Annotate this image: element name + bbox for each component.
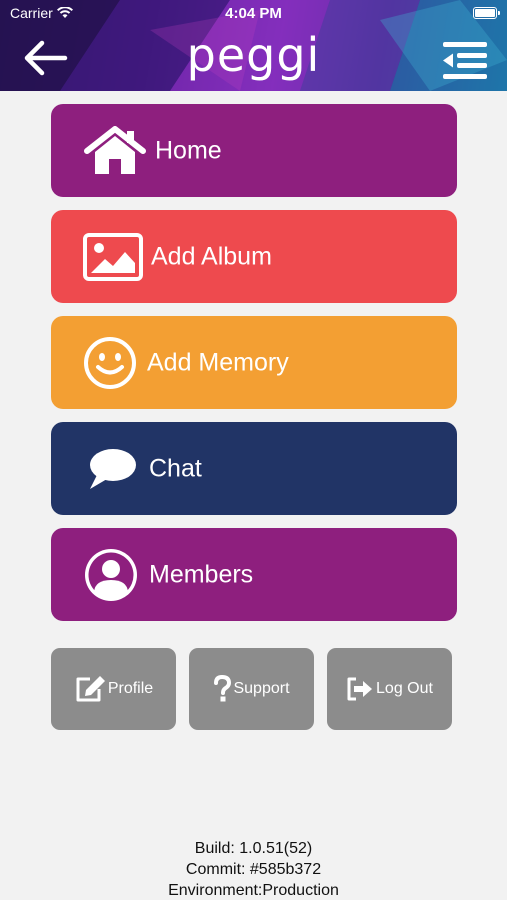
secondary-actions: Profile Support Log Out bbox=[51, 648, 457, 730]
smiley-icon bbox=[83, 336, 137, 390]
user-circle-icon bbox=[83, 547, 139, 603]
menu-toggle-button[interactable] bbox=[439, 38, 489, 82]
question-icon bbox=[214, 675, 232, 702]
build-version: Build: 1.0.51(52) bbox=[194, 840, 313, 857]
logout-label: Log Out bbox=[376, 680, 433, 697]
chat-bubble-icon bbox=[87, 447, 137, 491]
build-info: Build: 1.0.51(52) Commit: #585b372 Envir… bbox=[0, 838, 507, 900]
add-memory-label: Add Memory bbox=[147, 348, 289, 376]
commit-hash: Commit: #585b372 bbox=[185, 861, 322, 878]
environment-label: Environment:Production bbox=[168, 882, 339, 899]
home-icon bbox=[83, 125, 147, 176]
support-button[interactable]: Support bbox=[189, 648, 314, 730]
status-bar: Carrier 4:04 PM bbox=[0, 0, 507, 26]
image-icon bbox=[83, 232, 143, 281]
main-menu: Home Add Album Add Memory Chat Members bbox=[51, 104, 457, 634]
logout-icon bbox=[347, 677, 373, 701]
edit-icon bbox=[76, 676, 105, 702]
battery-icon bbox=[473, 7, 500, 19]
add-album-label: Add Album bbox=[151, 242, 272, 270]
app-header: Carrier 4:04 PM peggi bbox=[0, 0, 507, 91]
support-label: Support bbox=[233, 680, 290, 697]
clock: 4:04 PM bbox=[225, 5, 282, 22]
add-album-button[interactable]: Add Album bbox=[51, 210, 457, 303]
home-label: Home bbox=[155, 136, 222, 164]
home-button[interactable]: Home bbox=[51, 104, 457, 197]
menu-collapse-icon bbox=[443, 42, 487, 79]
members-button[interactable]: Members bbox=[51, 528, 457, 621]
logout-button[interactable]: Log Out bbox=[327, 648, 452, 730]
add-memory-button[interactable]: Add Memory bbox=[51, 316, 457, 409]
chat-label: Chat bbox=[149, 454, 202, 482]
chat-button[interactable]: Chat bbox=[51, 422, 457, 515]
profile-button[interactable]: Profile bbox=[51, 648, 176, 730]
profile-label: Profile bbox=[107, 680, 154, 697]
app-logo: peggi bbox=[186, 28, 321, 82]
members-label: Members bbox=[149, 560, 254, 588]
